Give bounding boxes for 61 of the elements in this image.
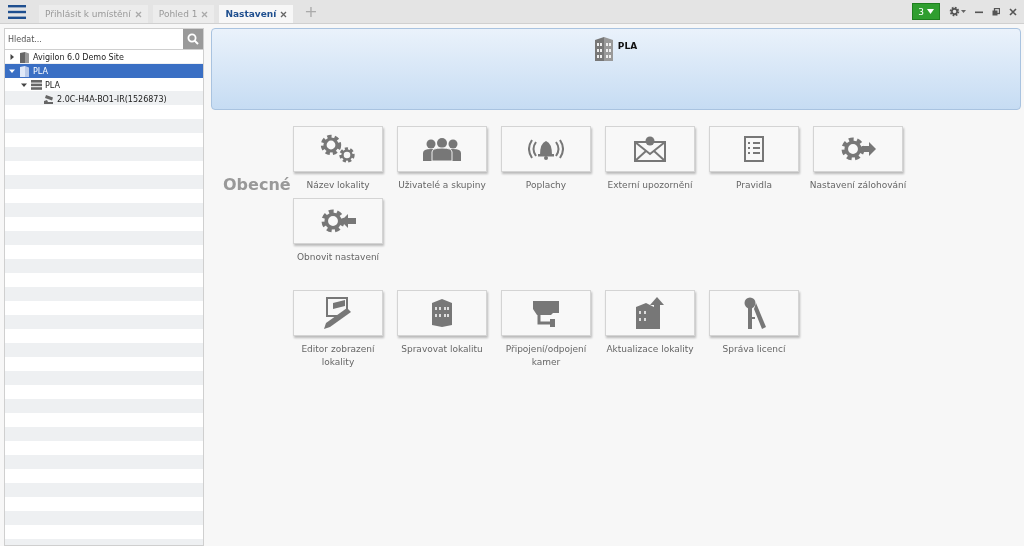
- tile-label: Nastavení zálohování: [808, 179, 908, 192]
- tree-item[interactable]: PLA: [5, 78, 203, 92]
- settings-tile[interactable]: [293, 126, 383, 172]
- section-title: Obecné: [222, 174, 292, 194]
- tile-label: Obnovit nastavení: [295, 251, 381, 264]
- settings-tile[interactable]: [709, 290, 799, 336]
- settings-icon[interactable]: [949, 6, 966, 17]
- close-icon[interactable]: [280, 10, 288, 18]
- site-title: PLA: [617, 41, 638, 51]
- settings-tile[interactable]: [397, 290, 487, 336]
- menu-icon[interactable]: [8, 4, 26, 19]
- tree-item[interactable]: 2.0C-H4A-BO1-IR(1526873): [5, 92, 203, 106]
- tile-label: Připojení/odpojení kamer: [504, 343, 588, 369]
- settings-tile[interactable]: [501, 290, 591, 336]
- tree-item[interactable]: Avigilon 6.0 Demo Site: [5, 50, 203, 64]
- building-arrow-icon: [636, 297, 664, 329]
- tab[interactable]: Přihlásit k umístění: [39, 5, 148, 23]
- tile-label: Poplachy: [524, 179, 568, 192]
- gears-icon: [319, 134, 357, 164]
- notification-badge[interactable]: 3: [912, 3, 940, 20]
- tile-label: Externí upozornění: [606, 179, 694, 192]
- settings-tile[interactable]: [293, 198, 383, 244]
- settings-tile[interactable]: [605, 290, 695, 336]
- search-button[interactable]: [183, 29, 203, 49]
- search-icon: [187, 33, 199, 45]
- tree-item[interactable]: PLA: [5, 64, 203, 78]
- tile-label: Spravovat lokalitu: [400, 343, 484, 356]
- restore-icon[interactable]: [992, 7, 1000, 16]
- building-icon: [432, 299, 452, 327]
- settings-tile[interactable]: [813, 126, 903, 172]
- settings-tile[interactable]: [501, 126, 591, 172]
- tile-label: Pravidla: [734, 179, 773, 192]
- expand-arrow-icon[interactable]: [9, 54, 15, 60]
- settings-tile[interactable]: [293, 290, 383, 336]
- caret-icon: [927, 9, 934, 14]
- close-icon[interactable]: [1009, 7, 1017, 16]
- checklist-icon: [744, 136, 764, 162]
- camera-icon: [43, 94, 54, 104]
- security-camera-icon: [531, 299, 561, 327]
- settings-tile[interactable]: [397, 126, 487, 172]
- tile-label: Uživatelé a skupiny: [397, 179, 487, 192]
- tile-label: Editor zobrazení lokality: [300, 343, 376, 369]
- server-icon: [31, 80, 42, 90]
- tile-label: Aktualizace lokality: [605, 343, 695, 356]
- settings-tile[interactable]: [709, 126, 799, 172]
- tab[interactable]: Pohled 1: [152, 5, 215, 23]
- gear-arrow-icon: [320, 208, 356, 234]
- people-group-icon: [423, 137, 461, 161]
- gear-arrow-icon: [840, 136, 876, 162]
- settings-tile[interactable]: [605, 126, 695, 172]
- collapse-arrow-icon[interactable]: [9, 68, 15, 74]
- tab[interactable]: Nastavení: [219, 5, 294, 23]
- building-icon: [19, 65, 30, 77]
- building-icon: [19, 51, 30, 63]
- tile-label: Název lokality: [305, 179, 371, 192]
- keys-icon: [742, 297, 766, 329]
- envelope-icon: [634, 136, 666, 162]
- collapse-arrow-icon[interactable]: [21, 82, 27, 88]
- alarm-bell-icon: [528, 137, 564, 161]
- building-icon: [594, 37, 613, 61]
- tile-label: Správa licencí: [721, 343, 787, 356]
